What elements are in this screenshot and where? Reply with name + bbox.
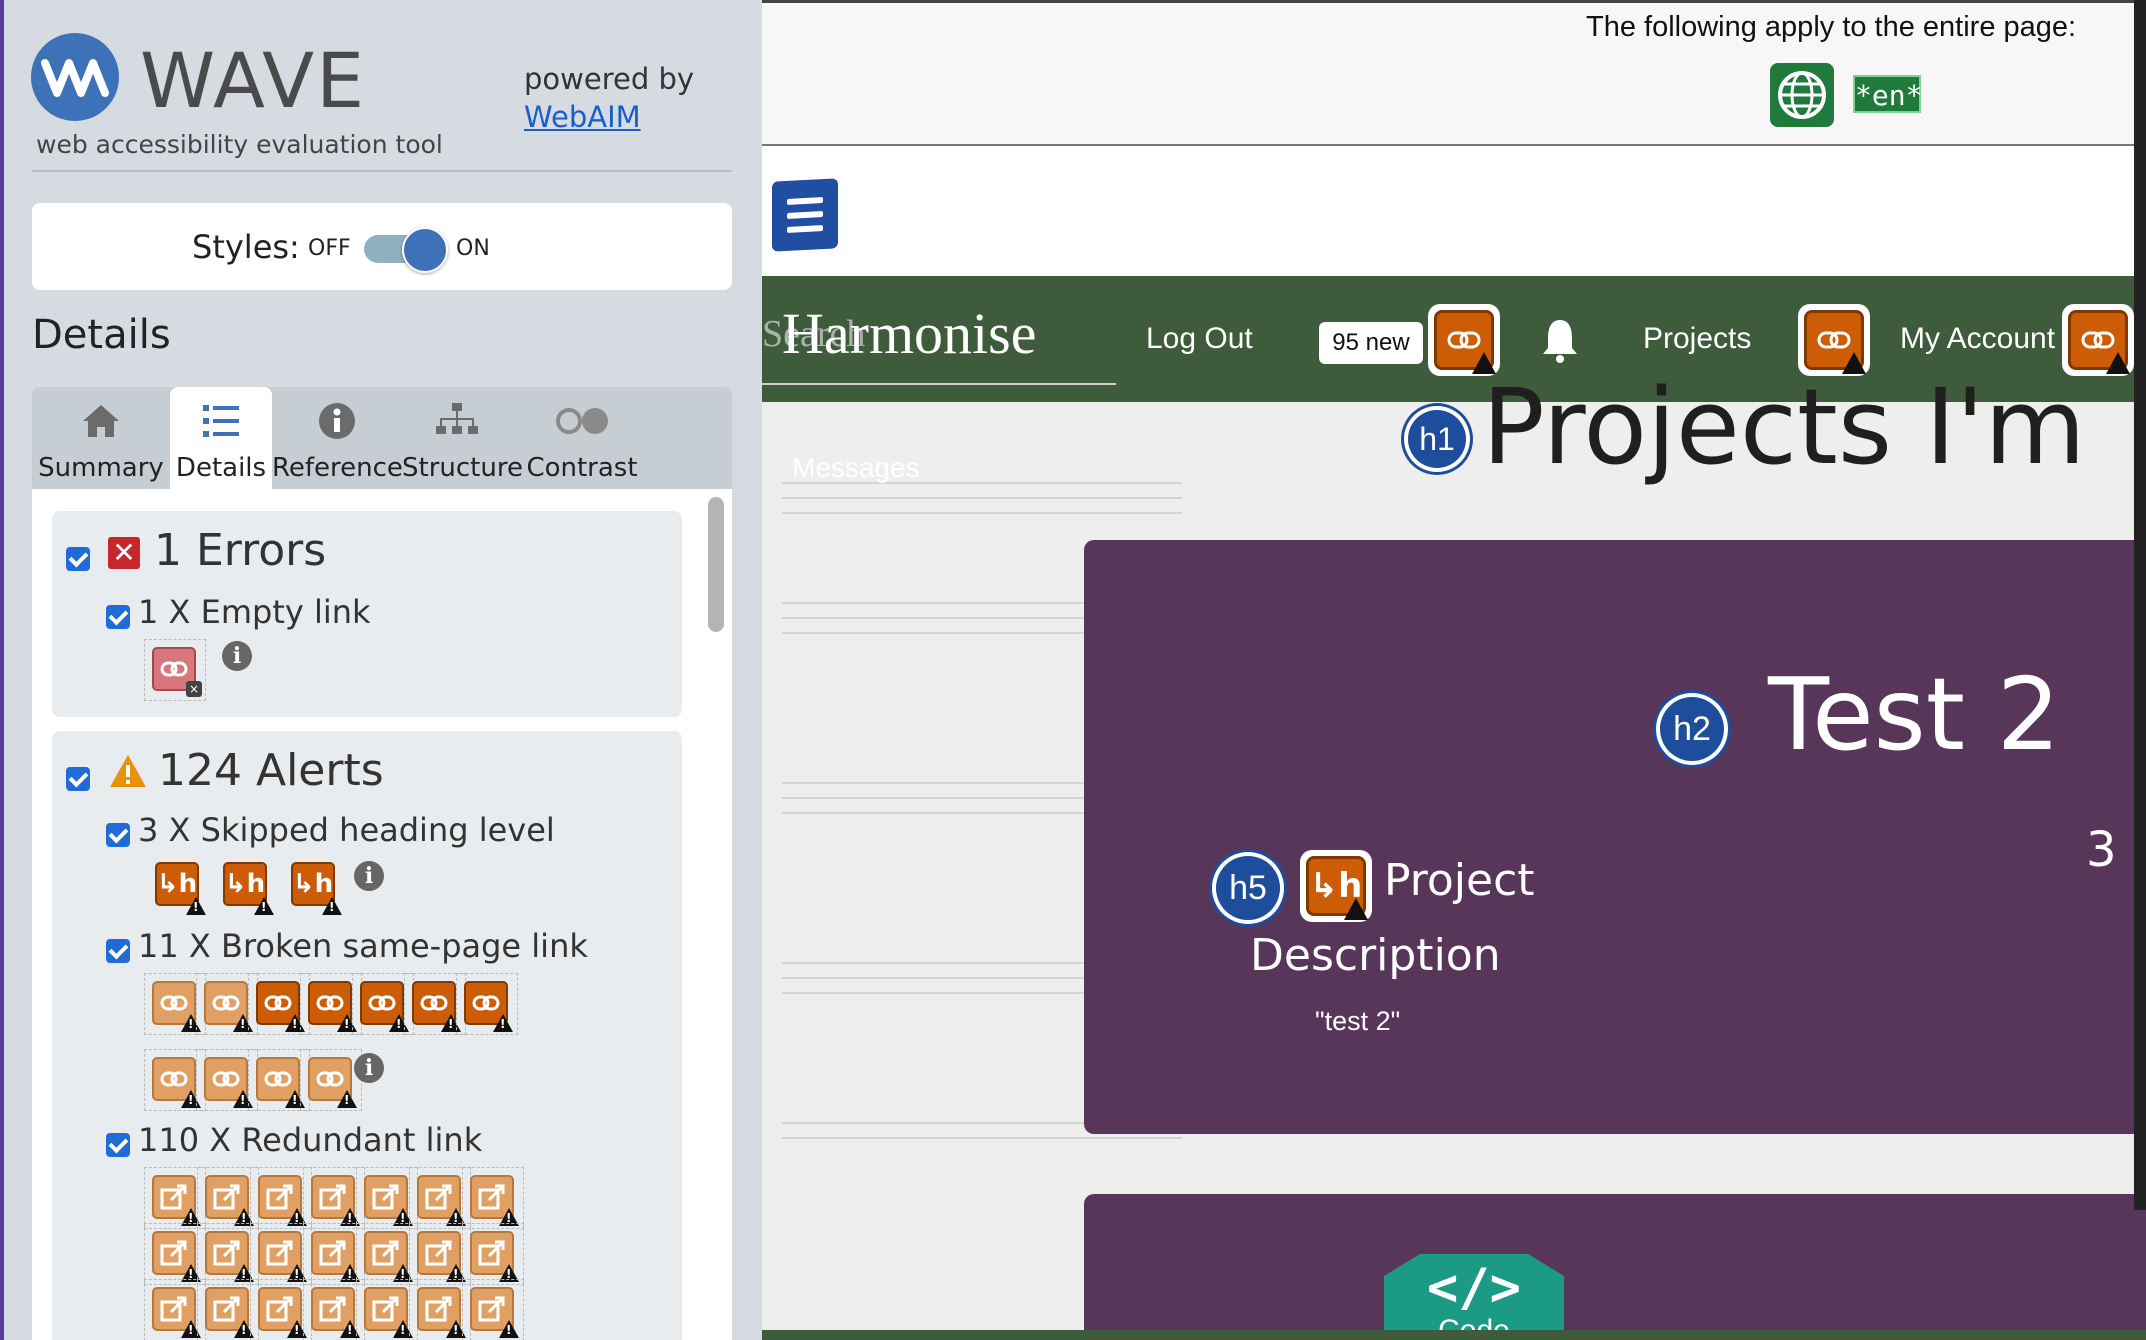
brand-underline: [762, 383, 1116, 385]
language-badge[interactable]: *en*: [1853, 75, 1922, 113]
redundant-link-checkbox[interactable]: [106, 1133, 130, 1157]
new-messages-badge[interactable]: 95 new: [1319, 322, 1423, 364]
redundant-link-label: 110 X Redundant link: [138, 1121, 483, 1159]
skipped-heading-icon[interactable]: ↳h: [284, 855, 346, 917]
project-description: "test 2": [1315, 1006, 1401, 1036]
info-icon[interactable]: i: [354, 861, 384, 891]
tab-label: Structure: [402, 453, 523, 483]
entire-page-note: The following apply to the entire page:: [1586, 11, 2077, 43]
skipped-heading-icon[interactable]: ↳h: [148, 855, 210, 917]
contrast-icon: [512, 401, 652, 441]
menu-icon[interactable]: [772, 178, 838, 252]
page-header-strip: [762, 146, 2146, 276]
styles-toggle-switch[interactable]: [402, 227, 448, 273]
powered-by-text: powered by: [524, 62, 695, 96]
panel-scrollbar[interactable]: [708, 497, 724, 632]
wave-title: WAVE: [140, 36, 367, 125]
nav-projects-link[interactable]: Projects: [1643, 322, 1751, 356]
header-divider: [32, 170, 732, 172]
broken-link-icon[interactable]: [300, 1049, 362, 1111]
home-icon: [32, 401, 170, 441]
tab-reference[interactable]: Reference: [272, 387, 403, 489]
nav-logout-link[interactable]: Log Out: [1146, 322, 1253, 356]
errors-title: 1 Errors: [154, 525, 327, 576]
heading-h5-badge[interactable]: h5: [1216, 856, 1280, 920]
page-wide-info-bar: The following apply to the entire page: …: [762, 0, 2146, 146]
error-x-icon: ✕: [108, 537, 140, 569]
heading-h1-badge[interactable]: h1: [1408, 410, 1466, 468]
webaim-link[interactable]: WebAIM: [524, 100, 641, 134]
errors-checkbox[interactable]: [66, 547, 90, 571]
alert-triangle-icon: [108, 753, 148, 793]
tab-structure[interactable]: Structure: [402, 387, 523, 489]
empty-link-checkbox[interactable]: [106, 605, 130, 629]
nav-my-account-link[interactable]: My Account: [1900, 322, 2055, 356]
details-heading: Details: [32, 312, 171, 358]
project-subheading-line1: Project: [1384, 855, 1535, 906]
site-brand[interactable]: Harmonise: [782, 300, 1037, 367]
redundant-link-icon[interactable]: [462, 1223, 524, 1285]
hierarchy-icon: [402, 401, 512, 441]
wave-logo-icon: [31, 33, 119, 121]
broken-link-checkbox[interactable]: [106, 939, 130, 963]
alerts-title: 124 Alerts: [158, 745, 384, 796]
sidebar-edge: [0, 0, 4, 1340]
info-icon[interactable]: i: [222, 641, 252, 671]
tab-label: Summary: [38, 453, 164, 483]
heading-h2-badge[interactable]: h2: [1660, 697, 1724, 761]
page-bottom-strip: [762, 1330, 2146, 1340]
page-scrollbar[interactable]: [2134, 0, 2146, 1210]
bell-icon[interactable]: [1540, 316, 1580, 364]
skipped-heading-label: 3 X Skipped heading level: [138, 811, 555, 849]
alerts-checkbox[interactable]: [66, 767, 90, 791]
messages-ghost-text: Messages: [792, 452, 920, 483]
project-card[interactable]: [1084, 1194, 2146, 1340]
styles-toggle-box: Styles: OFF ON: [32, 203, 732, 290]
tab-summary[interactable]: Summary: [32, 387, 170, 489]
broken-link-label: 11 X Broken same-page link: [138, 927, 588, 965]
errors-group: ✕ 1 Errors 1 X Empty link × i: [52, 511, 682, 717]
project-count: 3: [2086, 822, 2117, 878]
wave-sidebar: WAVE web accessibility evaluation tool p…: [0, 0, 762, 1340]
styles-on-label: ON: [456, 236, 490, 261]
tab-label: Details: [175, 453, 267, 483]
tab-contrast[interactable]: Contrast: [512, 387, 652, 489]
skipped-heading-icon[interactable]: ↳h: [1300, 850, 1372, 922]
info-icon: [272, 401, 402, 441]
tab-label: Reference: [272, 453, 403, 483]
styles-off-label: OFF: [308, 236, 351, 261]
page-heading: Projects I'm: [1482, 366, 2086, 488]
code-toggle-button[interactable]: </> Code: [1384, 1254, 1564, 1340]
broken-link-icon[interactable]: [456, 973, 518, 1035]
styles-label: Styles:: [192, 228, 300, 266]
empty-link-label: 1 X Empty link: [138, 593, 371, 631]
tab-label: Contrast: [526, 453, 638, 483]
alerts-group: 124 Alerts 3 X Skipped heading level ↳h …: [52, 731, 682, 1340]
wave-tagline: web accessibility evaluation tool: [36, 130, 443, 159]
list-icon: [170, 401, 272, 441]
info-icon[interactable]: i: [354, 1053, 384, 1083]
empty-link-icon[interactable]: ×: [144, 639, 206, 701]
evaluated-page: The following apply to the entire page: …: [762, 0, 2146, 1340]
skipped-heading-checkbox[interactable]: [106, 823, 130, 847]
redundant-link-icon[interactable]: [462, 1167, 524, 1229]
globe-icon[interactable]: [1770, 63, 1834, 127]
project-subheading-line2: Description: [1250, 930, 1501, 981]
code-symbol: </>: [1427, 1258, 1521, 1318]
project-card[interactable]: [1084, 540, 2146, 1134]
skipped-heading-icon[interactable]: ↳h: [216, 855, 278, 917]
project-title: Test 2: [1768, 656, 2061, 773]
tab-details[interactable]: Details: [170, 387, 272, 489]
wave-tabs: Summary Details Reference Structure Cont…: [32, 387, 732, 489]
redundant-link-icon[interactable]: [462, 1279, 524, 1340]
